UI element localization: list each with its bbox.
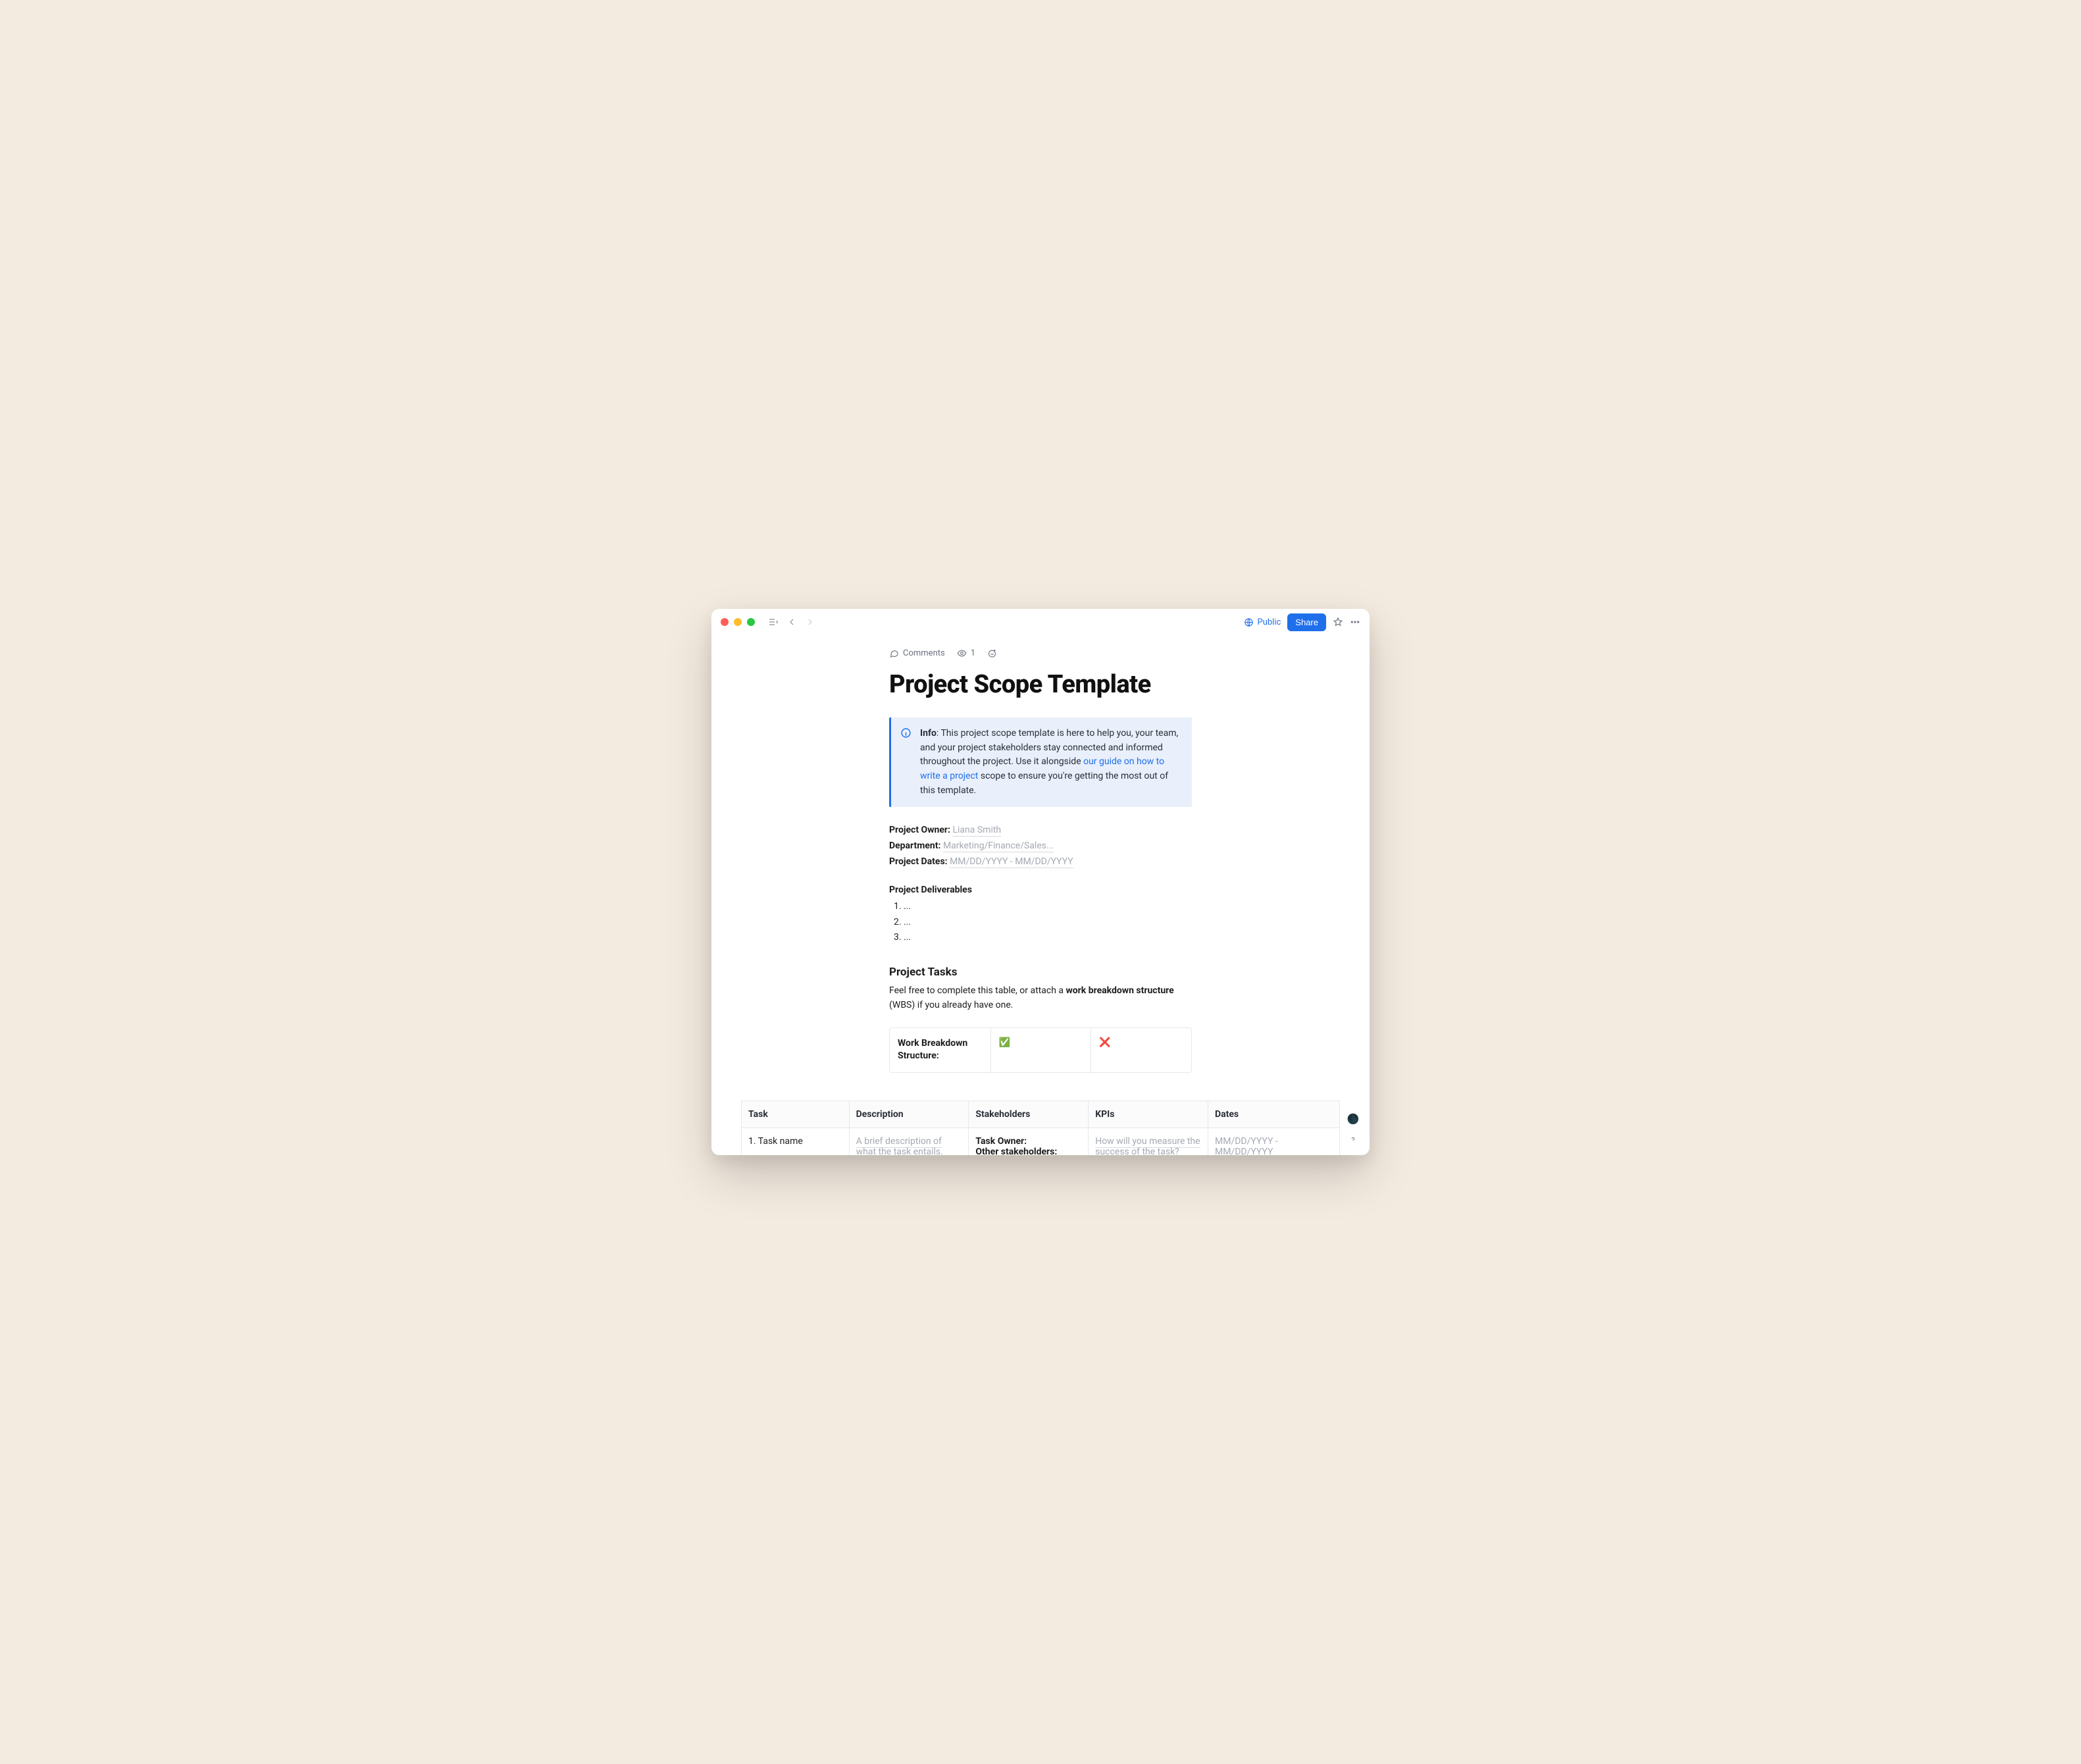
project-owner-label: Project Owner:	[889, 825, 950, 835]
minimize-window-button[interactable]	[734, 618, 742, 626]
project-dates-row: Project Dates: MM/DD/YYYY - MM/DD/YYYY	[889, 854, 1192, 870]
globe-icon	[1244, 617, 1254, 627]
department-label: Department:	[889, 841, 940, 851]
wbs-no-cell[interactable]: ❌	[1091, 1028, 1191, 1072]
cell-dates-placeholder: MM/DD/YYYY - MM/DD/YYYY	[1215, 1136, 1278, 1155]
reactions-button[interactable]	[987, 648, 997, 658]
deliverables-list[interactable]: ... ... ...	[889, 899, 1192, 946]
visibility-public-button[interactable]: Public	[1244, 617, 1281, 627]
info-callout-text: Info: This project scope template is her…	[920, 727, 1181, 798]
department-placeholder[interactable]: Marketing/Finance/Sales...	[943, 841, 1054, 852]
titlebar-right: Public Share	[1244, 613, 1361, 631]
visibility-label: Public	[1258, 617, 1281, 627]
th-description: Description	[849, 1101, 969, 1128]
project-meta-fields[interactable]: Project Owner: Liana Smith Department: M…	[889, 823, 1192, 869]
project-owner-placeholder[interactable]: Liana Smith	[952, 825, 1001, 837]
cell-stakeholders[interactable]: Task Owner: Other stakeholders:	[969, 1128, 1089, 1155]
info-callout[interactable]: Info: This project scope template is her…	[889, 717, 1192, 807]
status-indicator-icon[interactable]: 🌑	[1347, 1113, 1359, 1125]
share-button[interactable]: Share	[1287, 613, 1326, 631]
nav-forward-button[interactable]	[804, 615, 817, 629]
comments-button[interactable]: Comments	[889, 648, 945, 658]
help-icon	[1348, 1135, 1358, 1145]
help-button[interactable]	[1347, 1134, 1359, 1146]
views-indicator[interactable]: 1	[957, 648, 975, 658]
document-viewport: Comments 1 Project Scope Template	[711, 635, 1370, 1155]
project-tasks-description[interactable]: Feel free to complete this table, or att…	[889, 984, 1192, 1012]
app-window: Public Share Comments 1	[711, 609, 1370, 1155]
more-menu-button[interactable]	[1350, 617, 1360, 627]
cell-description-placeholder: A brief description of what the task ent…	[856, 1136, 943, 1155]
task-owner-label: Task Owner:	[975, 1136, 1081, 1147]
cross-icon: ❌	[1099, 1037, 1110, 1048]
comment-icon	[889, 648, 899, 658]
info-icon	[900, 727, 912, 798]
nav-back-button[interactable]	[785, 615, 798, 629]
page-title[interactable]: Project Scope Template	[889, 670, 1192, 699]
project-dates-label: Project Dates:	[889, 856, 948, 867]
tasks-desc-bold: work breakdown structure	[1066, 985, 1173, 996]
document-scroll[interactable]: Comments 1 Project Scope Template	[711, 635, 1370, 1155]
fullscreen-window-button[interactable]	[747, 618, 755, 626]
cell-kpis[interactable]: How will you measure the success of the …	[1089, 1128, 1208, 1155]
reaction-add-icon	[987, 648, 997, 658]
document-body: Comments 1 Project Scope Template	[889, 635, 1192, 1073]
department-row: Department: Marketing/Finance/Sales...	[889, 839, 1192, 854]
tasks-desc-a: Feel free to complete this table, or att…	[889, 985, 1066, 996]
wbs-table[interactable]: Work Breakdown Structure: ✅ ❌	[889, 1027, 1192, 1073]
sidebar-toggle-button[interactable]	[767, 615, 780, 629]
star-icon	[1333, 617, 1343, 627]
titlebar: Public Share	[711, 609, 1370, 635]
favorite-star-button[interactable]	[1333, 617, 1343, 627]
deliverable-item[interactable]: ...	[904, 915, 1192, 931]
project-owner-row: Project Owner: Liana Smith	[889, 823, 1192, 839]
table-row[interactable]: 1. Task name A brief description of what…	[742, 1128, 1340, 1155]
project-dates-placeholder[interactable]: MM/DD/YYYY - MM/DD/YYYY	[950, 856, 1073, 868]
wbs-label-cell: Work Breakdown Structure:	[890, 1028, 990, 1072]
traffic-lights	[721, 618, 755, 626]
th-stakeholders: Stakeholders	[969, 1101, 1089, 1128]
comments-label: Comments	[903, 648, 945, 658]
wbs-yes-cell[interactable]: ✅	[990, 1028, 1091, 1072]
th-kpis: KPIs	[1089, 1101, 1208, 1128]
deliverables-heading[interactable]: Project Deliverables	[889, 885, 1192, 895]
tasks-table[interactable]: Task Description Stakeholders KPIs Dates…	[741, 1101, 1340, 1155]
tasks-table-wrap: Task Description Stakeholders KPIs Dates…	[711, 1101, 1370, 1155]
tasks-desc-b: (WBS) if you already have one.	[889, 1000, 1013, 1010]
deliverable-item[interactable]: ...	[904, 930, 1192, 946]
close-window-button[interactable]	[721, 618, 729, 626]
project-tasks-heading[interactable]: Project Tasks	[889, 966, 1192, 979]
deliverable-item[interactable]: ...	[904, 899, 1192, 915]
cell-kpi-placeholder: How will you measure the success of the …	[1095, 1136, 1200, 1155]
th-task: Task	[742, 1101, 850, 1128]
floating-actions: 🌑	[1347, 1113, 1359, 1146]
other-stakeholders-label: Other stakeholders:	[975, 1147, 1081, 1155]
cell-dates[interactable]: MM/DD/YYYY - MM/DD/YYYY	[1208, 1128, 1340, 1155]
cell-description[interactable]: A brief description of what the task ent…	[849, 1128, 969, 1155]
tasks-table-header-row: Task Description Stakeholders KPIs Dates	[742, 1101, 1340, 1128]
th-dates: Dates	[1208, 1101, 1340, 1128]
cell-task[interactable]: 1. Task name	[742, 1128, 850, 1155]
titlebar-left	[721, 615, 817, 629]
eye-icon	[957, 648, 967, 658]
ellipsis-icon	[1350, 617, 1360, 627]
callout-bold: Info	[920, 728, 937, 739]
view-count: 1	[971, 648, 975, 658]
document-meta-bar: Comments 1	[889, 648, 1192, 658]
